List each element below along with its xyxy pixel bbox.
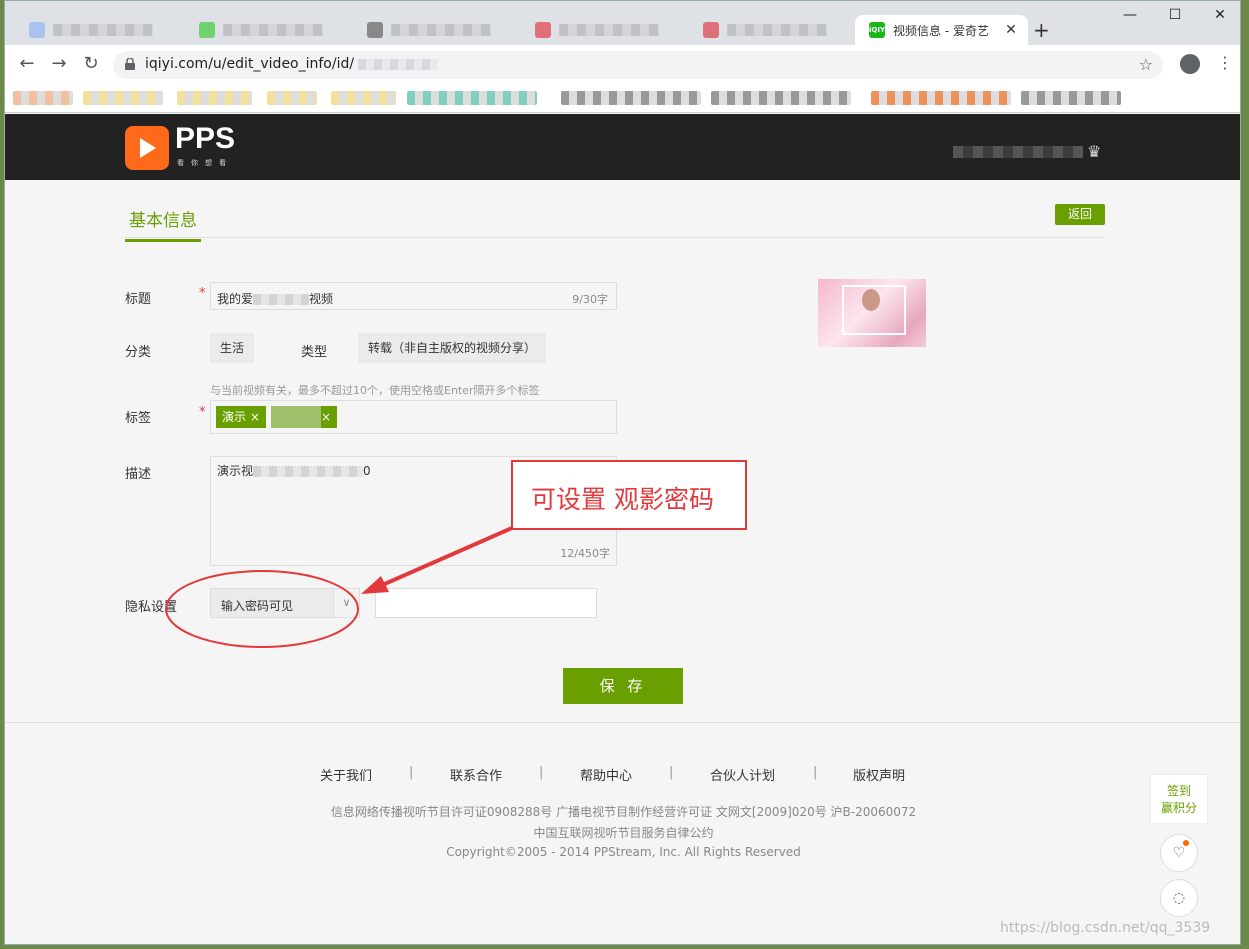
tab-close-icon[interactable]: ✕ [1002, 22, 1020, 38]
bookmark-item[interactable] [267, 91, 317, 105]
maximize-button[interactable]: ☐ [1160, 7, 1190, 23]
bookmark-item[interactable] [177, 91, 252, 105]
blurred-tab-title [559, 24, 659, 36]
url-text: iqiyi.com/u/edit_video_info/id/ [145, 56, 439, 72]
lock-icon [125, 58, 135, 70]
bookmark-item[interactable] [407, 91, 537, 105]
browser-toolbar: ← → ↻ iqiyi.com/u/edit_video_info/id/ ☆ … [5, 45, 1240, 85]
tab-favicon-icon [535, 22, 551, 38]
annotation-text: 可设置 观影密码 [531, 485, 714, 514]
footer-link-partner[interactable]: 合伙人计划 [710, 765, 775, 784]
footer-separator: | [409, 765, 414, 780]
watermark: https://blog.csdn.net/qq_3539 [1000, 920, 1211, 936]
sign-line-1: 签到 [1166, 784, 1191, 798]
bookmark-item[interactable] [1021, 91, 1121, 105]
annotation-ellipse [165, 570, 359, 648]
blurred-tab-title [223, 24, 323, 36]
blurred-tab-title [391, 24, 491, 36]
tab-favicon-icon [199, 22, 215, 38]
footer-divider [5, 722, 1240, 723]
bookmark-item[interactable] [331, 91, 396, 105]
minimize-button[interactable]: — [1115, 7, 1145, 23]
sign-line-2: 赢积分 [1160, 801, 1197, 815]
new-tab-button[interactable]: + [1033, 18, 1050, 42]
back-arrow-icon[interactable]: ← [15, 53, 39, 74]
bookmark-item[interactable] [83, 91, 163, 105]
footer-copyright: Copyright©2005 - 2014 PPStream, Inc. All… [446, 845, 801, 859]
forward-arrow-icon[interactable]: → [47, 53, 71, 74]
blurred-tab-title [727, 24, 827, 36]
tab-favicon-icon [29, 22, 45, 38]
footer-union[interactable]: 中国互联网视听节目服务自律公约 [5, 824, 1240, 841]
menu-icon[interactable]: ⋮ [1217, 53, 1233, 72]
address-bar[interactable]: iqiyi.com/u/edit_video_info/id/ ☆ [113, 51, 1163, 79]
iqiyi-favicon-icon: iQIYI [869, 22, 888, 38]
tab-strip: iQIYI 视频信息 - 爱奇艺 ✕ + — ☐ ✕ [5, 1, 1240, 45]
browser-tab[interactable] [15, 15, 175, 45]
reload-icon[interactable]: ↻ [79, 53, 103, 74]
bookmarks-bar [5, 85, 1240, 113]
close-window-button[interactable]: ✕ [1205, 7, 1235, 23]
page-content: PPS 看你想看 ♛ 基本信息 返回 标题 * 我的爱 视频 9/30字 分类 生… [5, 114, 1240, 944]
annotation-callout: 可设置 观影密码 [511, 460, 747, 530]
footer-link-about[interactable]: 关于我们 [320, 765, 372, 784]
footer-separator: | [813, 765, 818, 780]
footer-license: 信息网络传播视听节目许可证0908288号 广播电视节目制作经营许可证 文网文[… [330, 805, 917, 819]
footer-separator: | [669, 765, 674, 780]
tab-favicon-icon [703, 22, 719, 38]
bookmark-item[interactable] [561, 91, 701, 105]
bookmark-item[interactable] [871, 91, 1011, 105]
browser-tab[interactable] [185, 15, 345, 45]
gem-icon[interactable]: ♡ [1160, 834, 1198, 872]
blurred-tab-title [53, 24, 153, 36]
annotation-arrow-head [361, 576, 389, 594]
bookmark-star-icon[interactable]: ☆ [1139, 55, 1153, 74]
browser-tab[interactable] [689, 15, 849, 45]
footer-link-contact[interactable]: 联系合作 [450, 765, 502, 784]
browser-tab[interactable] [353, 15, 513, 45]
sign-in-points-button[interactable]: 签到 赢积分 [1150, 774, 1208, 824]
footer-link-help[interactable]: 帮助中心 [580, 765, 632, 784]
browser-tab-active[interactable]: iQIYI 视频信息 - 爱奇艺 ✕ [855, 15, 1028, 45]
browser-window: iQIYI 视频信息 - 爱奇艺 ✕ + — ☐ ✕ ← → ↻ iqiyi.c… [4, 0, 1241, 945]
chat-bubble-icon[interactable]: ◌ [1160, 879, 1198, 917]
footer-link-copyright[interactable]: 版权声明 [853, 765, 905, 784]
bookmark-item[interactable] [711, 91, 851, 105]
annotation-arrow-line [379, 522, 522, 588]
tab-favicon-icon [367, 22, 383, 38]
bookmark-item[interactable] [13, 91, 73, 105]
profile-icon[interactable] [1180, 54, 1200, 74]
browser-tab[interactable] [521, 15, 681, 45]
footer-separator: | [539, 765, 544, 780]
tab-title: 视频信息 - 爱奇艺 [893, 23, 989, 38]
